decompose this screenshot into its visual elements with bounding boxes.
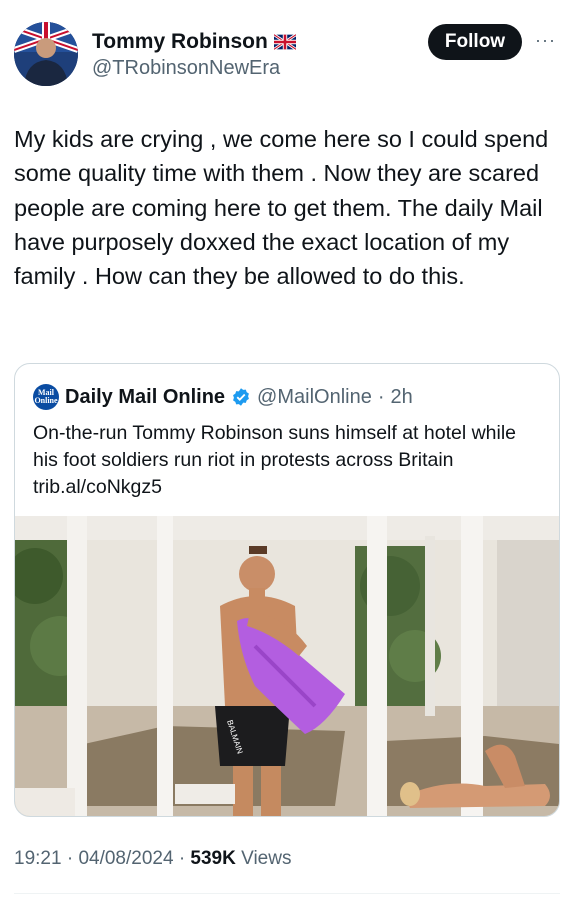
quoted-tweet-photo[interactable]: BALMAIN <box>15 516 559 816</box>
tweet-meta: 19:21 · 04/08/2024 · 539K Views <box>14 848 291 870</box>
quoted-display-name[interactable]: Daily Mail Online <box>65 386 225 409</box>
author-avatar[interactable] <box>14 22 78 86</box>
avatar-photo <box>14 22 78 86</box>
tweet-time[interactable]: 19:21 <box>14 848 62 869</box>
meta-separator-1: · <box>66 848 74 869</box>
quoted-separator: · <box>377 385 385 408</box>
quoted-age[interactable]: 2h <box>391 386 413 409</box>
hotel-poolside-photo: BALMAIN <box>15 516 559 816</box>
more-horizontal-icon[interactable]: ··· <box>535 30 561 50</box>
follow-button[interactable]: Follow <box>428 24 522 60</box>
verified-badge-icon <box>233 388 249 406</box>
meta-separator-2: · <box>178 848 186 869</box>
tweet-header: Tommy Robinson @TRobinsonNewEra Follow ·… <box>14 22 560 92</box>
author-handle[interactable]: @TRobinsonNewEra <box>92 55 296 81</box>
views-count[interactable]: 539K <box>190 848 235 869</box>
quoted-tweet-card[interactable]: Mail Online Daily Mail Online @MailOnline… <box>14 363 560 817</box>
author-name-text: Tommy Robinson <box>92 30 268 53</box>
logo-line-2: Online <box>34 396 58 405</box>
quoted-handle[interactable]: @MailOnline <box>257 386 372 409</box>
author-names: Tommy Robinson @TRobinsonNewEra <box>92 29 296 81</box>
divider <box>14 893 560 894</box>
quoted-tweet-header: Mail Online Daily Mail Online @MailOnline… <box>33 384 413 410</box>
tweet-text: My kids are crying , we come here so I c… <box>14 126 549 290</box>
uk-flag-icon <box>273 34 296 50</box>
daily-mail-logo[interactable]: Mail Online <box>33 384 59 410</box>
quoted-tweet-text: On-the-run Tommy Robinson suns himself a… <box>33 422 517 498</box>
author-display-name[interactable]: Tommy Robinson <box>92 29 296 55</box>
views-label: Views <box>241 848 292 869</box>
tweet-date[interactable]: 04/08/2024 <box>78 848 173 869</box>
